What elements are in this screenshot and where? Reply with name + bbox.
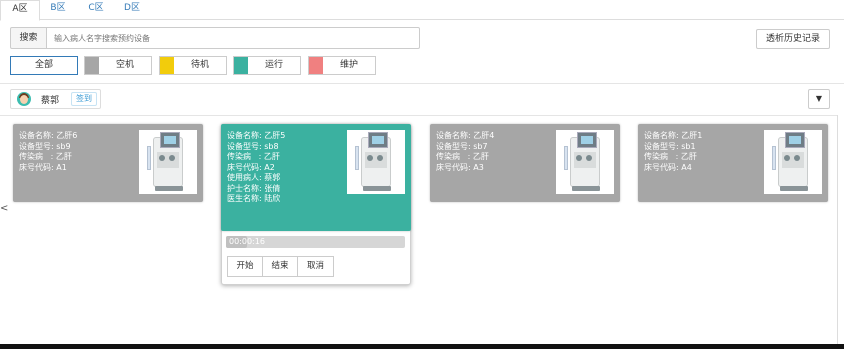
divider [0,83,844,84]
filter-maintenance-button[interactable]: 维护 [308,56,376,75]
standby-swatch [160,57,174,74]
chevron-down-icon[interactable]: ▼ [808,89,830,109]
tab-zone-a[interactable]: A区 [0,0,40,21]
filter-standby-label: 待机 [190,60,209,70]
device-card[interactable]: 设备名称: 乙肝1 设备型号: sb1 传染病 : 乙肝 床号代码: A4 [638,124,828,202]
divider [0,115,838,116]
dialysis-machine-icon [347,130,405,194]
dialysis-machine-icon [139,130,197,194]
tab-zone-b[interactable]: B区 [44,0,72,20]
device-info: 设备名称: 乙肝4 设备型号: sb7 传染病 : 乙肝 床号代码: A3 [436,131,495,172]
zone-tabs: A区 B区 C区 D区 [0,0,844,21]
running-swatch [234,57,248,74]
timer-progress-bar: 00:00:16 [226,236,405,248]
start-button[interactable]: 开始 [227,256,263,277]
cancel-button[interactable]: 取消 [297,256,334,277]
dialysis-machine-icon [764,130,822,194]
device-card-running[interactable]: 设备名称: 乙肝5 设备型号: sb8 传染病 : 乙肝 床号代码: A2 使用病人: … [221,124,411,231]
maintenance-swatch [309,57,323,74]
filter-running-label: 运行 [264,60,283,70]
filter-idle-label: 空机 [115,60,134,70]
device-info: 设备名称: 乙肝6 设备型号: sb9 传染病 : 乙肝 床号代码: A1 [19,131,78,172]
avatar [17,92,31,106]
filter-all-button[interactable]: 全部 [10,56,78,75]
timer-text: 00:00:16 [229,237,265,246]
device-card[interactable]: 设备名称: 乙肝4 设备型号: sb7 传染病 : 乙肝 床号代码: A3 [430,124,620,202]
filter-maintenance-label: 维护 [339,60,358,70]
device-info: 设备名称: 乙肝5 设备型号: sb8 传染病 : 乙肝 床号代码: A2 使用病人: … [227,131,286,203]
bottom-bar [0,344,844,349]
device-card[interactable]: 设备名称: 乙肝6 设备型号: sb9 传染病 : 乙肝 床号代码: A1 [13,124,203,202]
end-button[interactable]: 结束 [262,256,298,277]
chevron-left-icon[interactable]: < [0,203,8,214]
idle-swatch [85,57,99,74]
tab-zone-c[interactable]: C区 [82,0,110,20]
filter-standby-button[interactable]: 待机 [159,56,227,75]
patient-name: 蔡郭 [41,96,60,106]
filter-idle-button[interactable]: 空机 [84,56,152,75]
tab-zone-d[interactable]: D区 [118,0,146,20]
search-label: 搜索 [10,27,47,49]
dialysis-machine-icon [556,130,614,194]
filter-running-button[interactable]: 运行 [233,56,301,75]
dialysis-history-button[interactable]: 透析历史记录 [756,29,830,49]
panel-border [837,115,838,349]
device-info: 设备名称: 乙肝1 设备型号: sb1 传染病 : 乙肝 床号代码: A4 [644,131,703,172]
patient-chip: 蔡郭 签到 [10,89,101,109]
checkin-button[interactable]: 签到 [71,92,97,106]
search-input[interactable] [46,27,420,49]
